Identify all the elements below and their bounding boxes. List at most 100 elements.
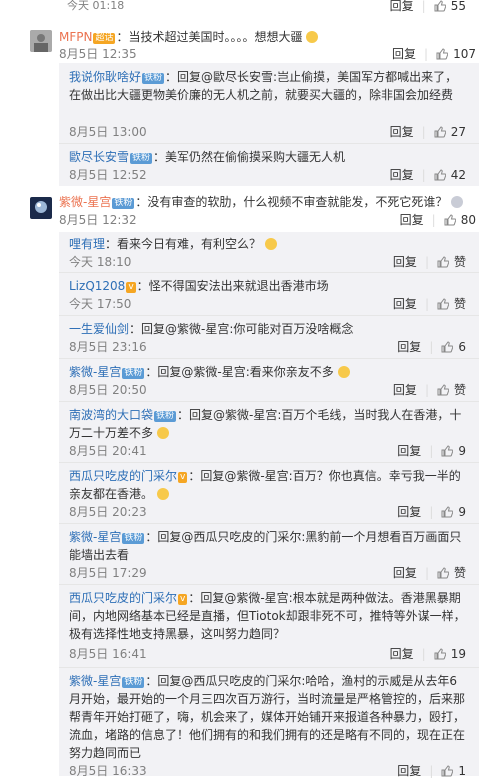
user-avatar-icon bbox=[30, 30, 52, 52]
like-count: 55 bbox=[450, 0, 466, 13]
like-count: 赞 bbox=[453, 383, 466, 397]
like-button[interactable]: 42 bbox=[434, 168, 466, 182]
reply-item: 紫微-星宫 铁粉 ：回复@紫微-星宫:看来你亲友不多 8月5日 20:50 回复 |… bbox=[59, 359, 479, 402]
reply-actions: 回复 | 赞 bbox=[392, 253, 466, 270]
thumb-up-icon bbox=[434, 0, 446, 11]
reply-time: 8月5日 20:23 bbox=[69, 505, 147, 519]
like-button[interactable]: 1 bbox=[441, 764, 466, 778]
reply-time: 8月5日 20:50 bbox=[69, 383, 147, 397]
like-count: 赞 bbox=[453, 566, 466, 580]
thumb-up-icon bbox=[437, 567, 449, 579]
reply-button[interactable]: 回复 bbox=[393, 564, 417, 581]
like-button[interactable]: 赞 bbox=[437, 381, 466, 398]
reply-button[interactable]: 回复 bbox=[400, 211, 424, 228]
emoji-icon bbox=[156, 488, 169, 500]
like-count: 6 bbox=[458, 339, 466, 354]
like-button[interactable]: 9 bbox=[441, 444, 466, 458]
reply-button[interactable]: 回复 bbox=[390, 166, 414, 183]
reply-item: 我说你耿啥好 铁粉 ：回复@歐尽长安雪:岂止偷摸，美国军方都喊出来了，在做出比大疆更… bbox=[59, 63, 479, 144]
reply-time: 8月5日 20:41 bbox=[69, 444, 147, 458]
reply-username[interactable]: 紫微-星宫 bbox=[69, 365, 121, 379]
reply-actions: 回复 | 27 bbox=[389, 123, 466, 140]
like-button[interactable]: 19 bbox=[434, 647, 466, 661]
like-button[interactable]: 6 bbox=[441, 340, 466, 354]
username[interactable]: MFPN bbox=[59, 30, 92, 44]
emoji-icon bbox=[306, 31, 319, 43]
reply-username[interactable]: 西瓜只吃皮的门采尔 bbox=[69, 591, 177, 605]
like-button[interactable]: 27 bbox=[434, 125, 466, 139]
reply-button[interactable]: 回复 bbox=[393, 253, 417, 270]
comment-actions: 回复 | 107 bbox=[392, 45, 476, 62]
reply-button[interactable]: 回复 bbox=[393, 381, 417, 398]
like-count: 赞 bbox=[453, 255, 466, 269]
reply-actions: 回复 | 赞 bbox=[392, 381, 466, 398]
reply-item: 哩有理：看来今日有难，有利空么？ 今天 18:10 回复 | 赞 bbox=[59, 232, 479, 273]
reply-button[interactable]: 回复 bbox=[392, 45, 416, 62]
user-avatar-icon bbox=[30, 197, 52, 219]
like-button[interactable]: 赞 bbox=[437, 564, 466, 581]
avatar[interactable] bbox=[30, 30, 52, 52]
reply-username[interactable]: LizQ1208 bbox=[69, 279, 125, 293]
comment-text: ：没有审查的软肋，什么视频不审查就能发，不死它死谁？ bbox=[135, 195, 448, 209]
fan-badge: 铁粉 bbox=[122, 533, 145, 544]
comment-time: 8月5日 12:35 bbox=[59, 47, 137, 61]
reply-button[interactable]: 回复 bbox=[393, 295, 417, 312]
like-button[interactable]: 107 bbox=[436, 47, 476, 61]
like-count: 107 bbox=[453, 46, 476, 61]
like-count: 42 bbox=[450, 167, 466, 182]
thumb-up-icon bbox=[441, 764, 454, 776]
emoji-icon bbox=[156, 427, 169, 439]
comment-actions: 回复 | 55 bbox=[390, 0, 466, 14]
reply-button[interactable]: 回复 bbox=[390, 645, 414, 662]
reply-button[interactable]: 回复 bbox=[390, 0, 414, 14]
reply-username[interactable]: 西瓜只吃皮的门采尔 bbox=[69, 469, 177, 483]
comment-text: ：当技术超过美国时。。。。想想大疆 bbox=[116, 30, 303, 44]
reply-text: ：美军仍然在偷偷摸采购大疆无人机 bbox=[153, 150, 346, 164]
reply-button[interactable]: 回复 bbox=[397, 338, 421, 355]
like-count: 9 bbox=[458, 443, 466, 458]
reply-time: 8月5日 16:33 bbox=[69, 764, 147, 778]
like-count: 27 bbox=[450, 124, 466, 139]
super-topic-badge: 超话 bbox=[93, 33, 116, 44]
reply-text: ：怪不得国安法出来就退出香港市场 bbox=[136, 279, 329, 293]
thumb-up-icon bbox=[441, 444, 454, 456]
like-button[interactable]: 赞 bbox=[437, 253, 466, 270]
like-count: 1 bbox=[458, 763, 466, 778]
like-button[interactable]: 55 bbox=[434, 0, 466, 13]
reply-item: 歐尽长安雪 铁粉 ：美军仍然在偷偷摸采购大疆无人机 8月5日 12:52 回复 | … bbox=[59, 144, 479, 186]
reply-username[interactable]: 歐尽长安雪 bbox=[69, 150, 129, 164]
thumb-up-icon bbox=[434, 647, 446, 659]
reply-text: ：回复@紫微-星宫:看来你亲友不多 bbox=[145, 365, 334, 379]
emoji-icon bbox=[337, 366, 350, 378]
reply-username[interactable]: 紫微-星宫 bbox=[69, 674, 121, 688]
avatar[interactable] bbox=[30, 197, 52, 219]
comment-time: 今天 01:18 bbox=[67, 0, 125, 12]
thumb-up-icon bbox=[434, 168, 446, 180]
reply-username[interactable]: 一生爱仙剑 bbox=[69, 322, 129, 336]
fan-badge: 铁粉 bbox=[112, 198, 135, 209]
like-button[interactable]: 赞 bbox=[437, 295, 466, 312]
reply-username[interactable]: 南波湾的大口袋 bbox=[69, 408, 153, 422]
reply-item: 西瓜只吃皮的门采尔 v ：回复@紫微-星宫:根本就是两种做法。香港黑暴期间，内地网络… bbox=[59, 585, 479, 668]
reply-button[interactable]: 回复 bbox=[397, 442, 421, 459]
reply-username[interactable]: 紫微-星宫 bbox=[69, 530, 121, 544]
comment-time: 8月5日 12:32 bbox=[59, 213, 137, 227]
emoji-icon bbox=[451, 196, 464, 208]
username[interactable]: 紫微-星宫 bbox=[59, 195, 111, 209]
previous-comment-footer: 今天 01:18 回复 | 55 bbox=[0, 0, 502, 14]
like-count: 80 bbox=[460, 212, 476, 227]
thumb-up-icon bbox=[441, 505, 454, 517]
reply-button[interactable]: 回复 bbox=[397, 762, 421, 779]
like-button[interactable]: 80 bbox=[444, 213, 476, 227]
reply-time: 8月5日 13:00 bbox=[69, 125, 147, 139]
reply-actions: 回复 | 9 bbox=[397, 503, 466, 520]
reply-item: 一生爱仙剑：回复@紫微-星宫:你可能对百万没啥概念 8月5日 23:16 回复 … bbox=[59, 316, 479, 359]
reply-button[interactable]: 回复 bbox=[390, 123, 414, 140]
reply-time: 8月5日 23:16 bbox=[69, 340, 147, 354]
reply-username[interactable]: 我说你耿啥好 bbox=[69, 70, 141, 84]
reply-button[interactable]: 回复 bbox=[397, 503, 421, 520]
like-button[interactable]: 9 bbox=[441, 505, 466, 519]
reply-username[interactable]: 哩有理 bbox=[69, 237, 105, 251]
reply-actions: 回复 | 1 bbox=[397, 762, 466, 779]
reply-item: LizQ1208 v ：怪不得国安法出来就退出香港市场 今天 17:50 回复 | … bbox=[59, 273, 479, 316]
